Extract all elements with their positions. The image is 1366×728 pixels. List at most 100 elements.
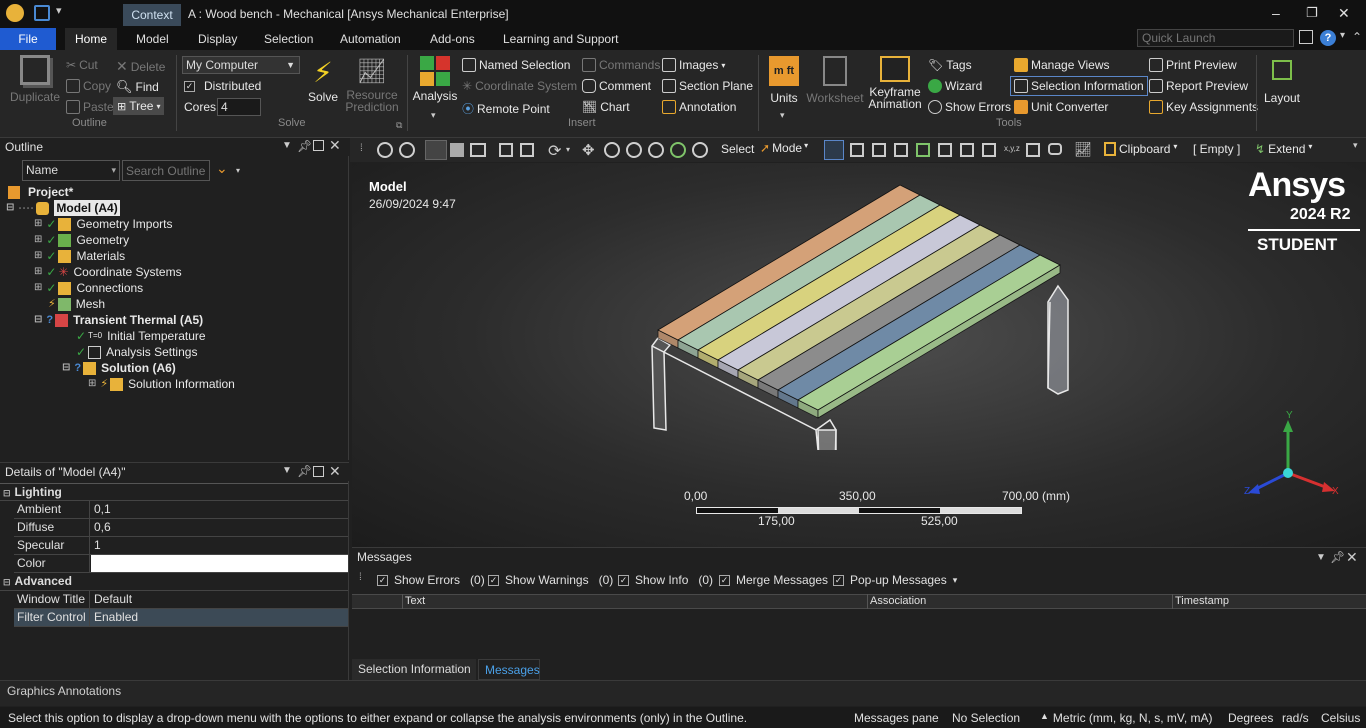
expand-icon[interactable]: ⊞ [34, 232, 42, 248]
close-button[interactable]: ✕ [1338, 5, 1350, 22]
solve-button[interactable]: ⚡ Solve [303, 57, 343, 103]
file-menu[interactable]: File [0, 28, 56, 50]
outline-search-input[interactable] [122, 160, 210, 181]
context-tab[interactable]: Context [123, 4, 181, 26]
select-point-button[interactable] [824, 140, 844, 160]
bench-model[interactable] [640, 180, 1080, 450]
close-panel-icon[interactable]: ✕ [1346, 549, 1358, 566]
select-face-icon[interactable] [894, 143, 908, 157]
worksheet-button[interactable]: Worksheet [806, 56, 864, 104]
chevron-down-icon[interactable]: ▾ [236, 166, 240, 175]
select-element-face-icon[interactable] [960, 143, 974, 157]
units-button[interactable]: m ft Units [764, 56, 804, 104]
feedback-icon[interactable] [1299, 30, 1313, 44]
save-icon[interactable] [34, 5, 50, 21]
quick-launch-input[interactable] [1137, 29, 1294, 47]
label-icon[interactable] [1026, 143, 1040, 157]
paste-button[interactable]: Paste [66, 100, 114, 114]
zoom-fit-icon[interactable] [648, 142, 664, 158]
help-icon[interactable]: ? [1320, 30, 1336, 46]
images-button[interactable]: Images ▾ [662, 58, 725, 72]
layout-button[interactable]: Layout [1262, 56, 1302, 104]
annotation-button[interactable]: Annotation [662, 100, 736, 114]
tree-item-analysis-settings[interactable]: ✓ Analysis Settings [76, 344, 197, 360]
commands-button[interactable]: Commands [582, 58, 660, 72]
show-info-checkbox[interactable]: ✓ Show Info (0) [618, 573, 713, 587]
delete-button[interactable]: ✕ Delete [116, 58, 165, 75]
select-vertex-icon[interactable] [850, 143, 864, 157]
tree-item-coordinate-systems[interactable]: ⊞ ✓ ✳ Coordinate Systems [34, 264, 182, 280]
tree-item-solution-information[interactable]: ⊞ ⚡ Solution Information [88, 376, 235, 392]
details-row-diffuse[interactable]: Diffuse 0,6 [14, 519, 348, 537]
expand-icon[interactable]: ⊞ [34, 280, 42, 296]
panel-menu-icon[interactable]: ▼ [282, 140, 292, 151]
collapse-icon[interactable]: ⊟ [3, 488, 11, 498]
collapse-icon[interactable]: ⊟ [62, 360, 70, 376]
tab-display[interactable]: Display [188, 28, 247, 50]
column-association[interactable]: Association [870, 595, 926, 607]
select-edge-icon[interactable] [872, 143, 886, 157]
tree-item-solution[interactable]: ⊟? Solution (A6) [62, 360, 176, 376]
color-swatch[interactable] [91, 555, 348, 572]
expand-options-icon[interactable]: ⌄ [216, 160, 228, 177]
collapse-icon[interactable]: ⊟ [3, 577, 11, 587]
tree-button[interactable]: ⊞ Tree ▾ [113, 97, 165, 115]
wizard-button[interactable]: Wizard [928, 79, 982, 93]
tab-add-ons[interactable]: Add-ons [420, 28, 485, 50]
chart-button[interactable]: 📉︎ Chart [582, 100, 630, 114]
details-row-color[interactable]: Color [14, 555, 348, 573]
clipboard-dropdown[interactable]: Clipboard ▾ [1104, 142, 1177, 156]
panel-menu-icon[interactable]: ▼ [1316, 552, 1326, 563]
details-row-filter-control[interactable]: Filter Control Enabled [14, 609, 348, 627]
merge-messages-checkbox[interactable]: ✓ Merge Messages [719, 573, 828, 587]
details-section-lighting[interactable]: ⊟ Lighting [0, 483, 348, 501]
show-errors-checkbox[interactable]: ✓ Show Errors (0) [377, 573, 485, 587]
expand-icon[interactable]: ⊞ [88, 376, 96, 392]
print-preview-button[interactable]: Print Preview [1149, 58, 1237, 72]
show-errors-button[interactable]: Show Errors [928, 100, 1011, 114]
zoom-selection-icon[interactable] [670, 142, 686, 158]
dialog-launcher-icon[interactable]: ⧉ [396, 120, 402, 131]
find-button[interactable]: 🔍︎ Find [116, 79, 159, 95]
named-selection-button[interactable]: Named Selection [462, 58, 570, 72]
help-dropdown-icon[interactable]: ▾ [1340, 30, 1345, 41]
section-plane-button[interactable]: Section Plane [662, 79, 753, 93]
extend-dropdown[interactable]: ↯ Extend ▾ [1255, 142, 1312, 156]
zoom-box-icon[interactable] [626, 142, 642, 158]
resource-prediction-button[interactable]: 📈︎ Resource Prediction [344, 57, 400, 113]
coordinate-system-button[interactable]: ✳ Coordinate System [462, 79, 577, 93]
key-assignments-button[interactable]: Key Assignments [1149, 100, 1258, 114]
details-row-specular[interactable]: Specular 1 [14, 537, 348, 555]
status-messages-pane[interactable]: Messages pane [854, 711, 939, 725]
select-body-icon[interactable] [916, 143, 930, 157]
minimize-button[interactable]: – [1272, 5, 1280, 21]
shaded-icon[interactable] [450, 143, 464, 157]
chevron-down-icon[interactable]: ▾ [566, 145, 570, 154]
maximize-panel-icon[interactable] [313, 466, 324, 477]
tab-messages[interactable]: Messages [478, 659, 540, 680]
expand-icon[interactable]: ⊞ [34, 216, 42, 232]
restore-button[interactable]: ❐ [1306, 5, 1318, 21]
pin-icon[interactable]: 📌︎ [297, 139, 312, 153]
tags-button[interactable]: 🏷︎ Tags [928, 58, 972, 72]
collapse-icon[interactable]: ⊟ [34, 312, 42, 328]
close-panel-icon[interactable]: ✕ [329, 463, 341, 480]
tab-selection-information[interactable]: Selection Information [352, 659, 476, 680]
coordinates-icon[interactable]: x,y,z [1004, 144, 1020, 153]
tree-item-geometry-imports[interactable]: ⊞ ✓ Geometry Imports [34, 216, 172, 232]
show-warnings-checkbox[interactable]: ✓ Show Warnings (0) [488, 573, 613, 587]
quick-access-dropdown-icon[interactable]: ▾ [56, 4, 62, 17]
column-timestamp[interactable]: Timestamp [1175, 595, 1229, 607]
tree-item-connections[interactable]: ⊞ ✓ Connections [34, 280, 143, 296]
column-text[interactable]: Text [405, 595, 425, 607]
status-units[interactable]: ▲ Metric (mm, kg, N, s, mV, mA) [1040, 711, 1212, 725]
solver-target-select[interactable]: My Computer ▼ [182, 56, 300, 74]
bench-leg-right[interactable] [1047, 284, 1069, 395]
bench-planks[interactable] [657, 184, 1061, 419]
ribbon-collapse-icon[interactable]: ⌃ [1352, 30, 1362, 44]
graph-icon[interactable]: 📈︎ [1074, 141, 1092, 158]
pin-icon[interactable]: 📌︎ [1330, 550, 1345, 564]
zoom-icon[interactable] [604, 142, 620, 158]
rotate-icon[interactable]: ⟳ [548, 141, 561, 161]
expand-icon[interactable]: ⊞ [34, 248, 42, 264]
